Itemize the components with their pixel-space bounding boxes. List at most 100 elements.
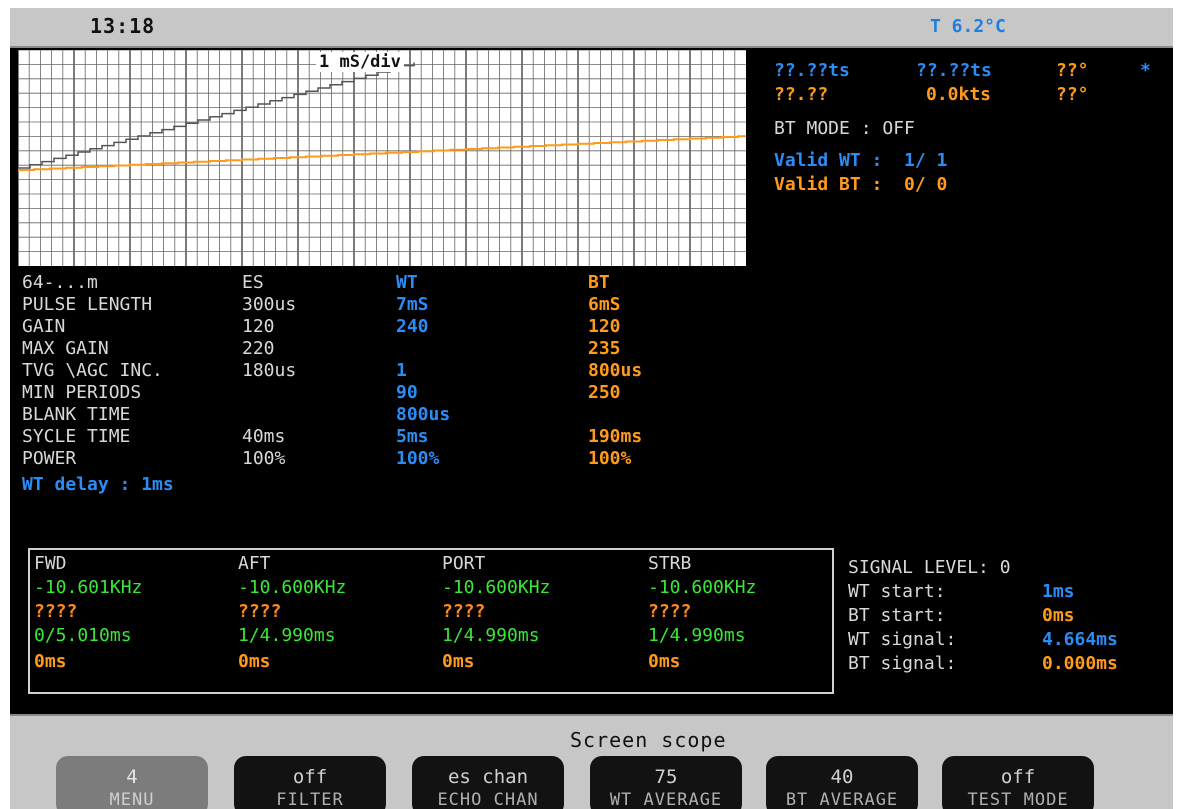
channel-frequency: -10.600KHz	[238, 577, 347, 598]
channel-name: FWD	[34, 553, 67, 574]
channel-unknown: ????	[648, 601, 692, 622]
channel-delay: 0ms	[238, 651, 271, 672]
param-bt: 100%	[588, 448, 632, 469]
param-wt: 1	[396, 360, 407, 381]
signal-value: 4.664ms	[1042, 629, 1118, 650]
water-temperature: T 6.2°C	[930, 16, 1006, 37]
sonar-display: 13:18 T 6.2°C 1 mS/div ??.??ts ??.??ts ?…	[10, 8, 1173, 809]
signal-level: SIGNAL LEVEL: 0	[848, 557, 1011, 578]
channel-frequency: -10.601KHz	[34, 577, 143, 598]
channel-timing: 1/4.990ms	[238, 625, 336, 646]
softkey-label: FILTER	[276, 790, 344, 809]
screen-name: Screen scope	[570, 728, 727, 752]
softkey-bt-average[interactable]: 40 BT AVERAGE	[766, 756, 918, 809]
bt-mode: BT MODE : OFF	[774, 118, 915, 139]
channel-timing: 1/4.990ms	[648, 625, 746, 646]
param-wt: 7mS	[396, 294, 429, 315]
nav-marker: *	[1140, 60, 1151, 81]
softkey-value: 40	[830, 766, 854, 788]
channel-frequency: -10.600KHz	[442, 577, 551, 598]
signal-label: BT start:	[848, 605, 946, 626]
timebase-label: 1 mS/div	[316, 52, 404, 72]
channel-unknown: ????	[34, 601, 78, 622]
softkey-value: 75	[654, 766, 678, 788]
param-bt: 120	[588, 316, 621, 337]
param-wt: 5ms	[396, 426, 429, 447]
channel-timing: 0/5.010ms	[34, 625, 132, 646]
table-header-es: ES	[242, 272, 264, 293]
scope-grid	[18, 50, 746, 266]
param-label: TVG \AGC INC.	[22, 360, 163, 381]
param-label: PULSE LENGTH	[22, 294, 153, 315]
param-label: MIN PERIODS	[22, 382, 142, 403]
channel-frequency: -10.600KHz	[648, 577, 757, 598]
channel-name: STRB	[648, 553, 692, 574]
softkey-value: 4	[126, 766, 138, 788]
param-es: 180us	[242, 360, 297, 381]
param-wt: 240	[396, 316, 429, 337]
param-label: SYCLE TIME	[22, 426, 131, 447]
softkey-label: WT AVERAGE	[609, 790, 723, 809]
wt-delay: WT delay : 1ms	[22, 474, 174, 495]
valid-bt: Valid BT : 0/ 0	[774, 174, 948, 195]
param-es: 40ms	[242, 426, 286, 447]
softkey-label: TEST MODE	[967, 790, 1069, 809]
softkey-bar: Screen scope 4 MENU off FILTER es chan E…	[10, 714, 1173, 809]
param-bt: 235	[588, 338, 621, 359]
nav-speed: 0.0kts	[926, 84, 992, 105]
valid-wt: Valid WT : 1/ 1	[774, 150, 948, 171]
softkey-label: MENU	[109, 790, 155, 809]
softkey-menu[interactable]: 4 MENU	[56, 756, 208, 809]
channel-delay: 0ms	[442, 651, 475, 672]
table-header-range: 64-...m	[22, 272, 98, 293]
nav-value-4: ??.??	[774, 84, 829, 105]
nav-value-2: ??.??ts	[916, 60, 992, 81]
param-es: 120	[242, 316, 275, 337]
softkey-value: es chan	[447, 766, 529, 788]
channel-delay: 0ms	[34, 651, 67, 672]
signal-label: BT signal:	[848, 653, 957, 674]
nav-value-1: ??.??ts	[774, 60, 850, 81]
param-wt: 800us	[396, 404, 451, 425]
param-label: GAIN	[22, 316, 66, 337]
param-bt: 190ms	[588, 426, 643, 447]
oscilloscope-plot: 1 mS/div	[18, 50, 746, 266]
softkey-value: off	[292, 766, 328, 788]
softkey-filter[interactable]: off FILTER	[234, 756, 386, 809]
param-es: 100%	[242, 448, 286, 469]
channel-timing: 1/4.990ms	[442, 625, 540, 646]
param-label: BLANK TIME	[22, 404, 131, 425]
softkey-label: ECHO CHAN	[437, 790, 539, 809]
param-label: MAX GAIN	[22, 338, 109, 359]
channel-name: PORT	[442, 553, 486, 574]
table-header-bt: BT	[588, 272, 610, 293]
softkey-test-mode[interactable]: off TEST MODE	[942, 756, 1094, 809]
param-es: 300us	[242, 294, 297, 315]
softkey-echo-chan[interactable]: es chan ECHO CHAN	[412, 756, 564, 809]
channel-unknown: ????	[238, 601, 282, 622]
channel-panel	[28, 548, 834, 694]
param-wt: 90	[396, 382, 418, 403]
nav-value-3: ??°	[1056, 60, 1089, 81]
signal-value: 0.000ms	[1042, 653, 1118, 674]
param-label: POWER	[22, 448, 77, 469]
softkey-value: off	[1000, 766, 1036, 788]
nav-value-5: ??°	[1056, 84, 1089, 105]
status-bar: 13:18 T 6.2°C	[10, 8, 1173, 48]
channel-name: AFT	[238, 553, 271, 574]
table-header-wt: WT	[396, 272, 418, 293]
clock: 13:18	[90, 14, 156, 38]
param-wt: 100%	[396, 448, 440, 469]
param-bt: 6mS	[588, 294, 621, 315]
signal-label: WT signal:	[848, 629, 957, 650]
channel-delay: 0ms	[648, 651, 681, 672]
channel-unknown: ????	[442, 601, 486, 622]
param-bt: 250	[588, 382, 621, 403]
param-bt: 800us	[588, 360, 643, 381]
signal-value: 0ms	[1042, 605, 1075, 626]
signal-value: 1ms	[1042, 581, 1075, 602]
signal-label: WT start:	[848, 581, 946, 602]
softkey-wt-average[interactable]: 75 WT AVERAGE	[590, 756, 742, 809]
softkey-label: BT AVERAGE	[785, 790, 899, 809]
param-es: 220	[242, 338, 275, 359]
